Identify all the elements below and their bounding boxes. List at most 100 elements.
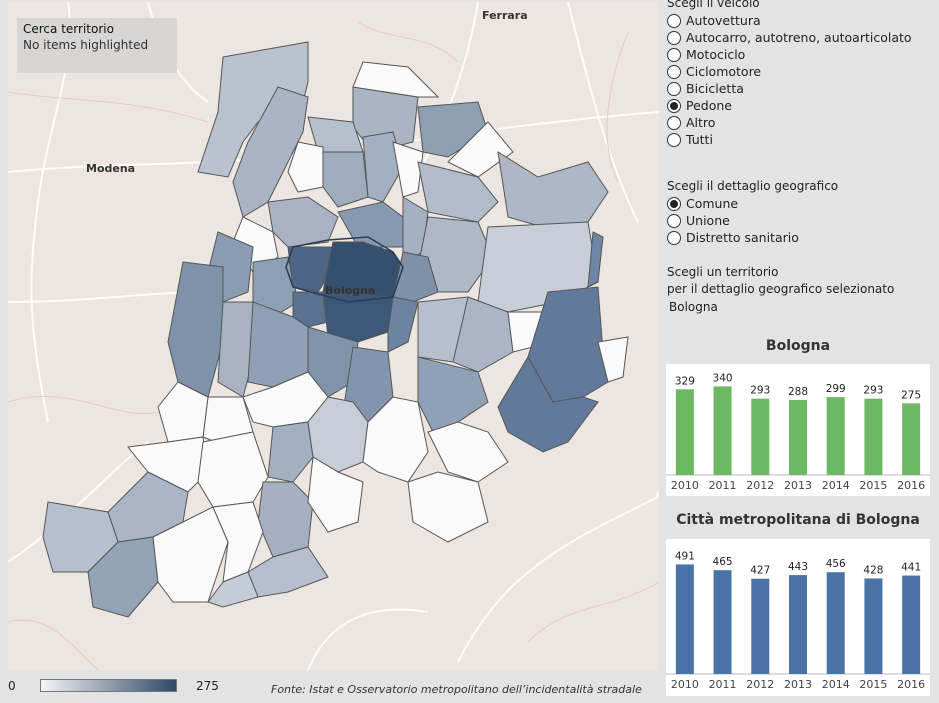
city-label-ferrara: Ferrara: [482, 9, 528, 22]
search-territory-panel[interactable]: Cerca territorio No items highlighted: [17, 18, 177, 73]
bar-value-label: 293: [863, 385, 883, 397]
source-note: Fonte: Istat e Osservatorio metropolitan…: [271, 683, 642, 696]
legend-min: 0: [8, 679, 16, 693]
municipality-region[interactable]: [257, 481, 314, 558]
x-tick-label: 2016: [897, 479, 925, 492]
bar-2014[interactable]: [826, 572, 845, 674]
x-tick-label: 2013: [784, 479, 812, 492]
municipality-region[interactable]: [322, 151, 369, 208]
bar-value-label: 491: [675, 550, 695, 562]
bar-2013[interactable]: [789, 575, 807, 674]
bar-value-label: 293: [750, 385, 770, 397]
vehicle-option-label: Autovettura: [686, 13, 761, 28]
geo-option[interactable]: Comune: [667, 195, 738, 212]
municipality-region[interactable]: [392, 141, 424, 198]
choropleth-map[interactable]: Ferrara Modena Bologna: [8, 2, 659, 670]
vehicle-option[interactable]: Autocarro, autotreno, autoarticolato: [667, 29, 912, 46]
municipality-region[interactable]: [167, 261, 224, 398]
bar-2015[interactable]: [864, 578, 883, 674]
bar-2014[interactable]: [826, 397, 845, 475]
legend-max: 275: [196, 679, 219, 693]
radio-button[interactable]: [667, 230, 681, 245]
municipality-region[interactable]: [337, 201, 404, 248]
geo-option[interactable]: Distretto sanitario: [667, 229, 799, 246]
vehicle-option[interactable]: Tutti: [667, 131, 713, 148]
municipality-region[interactable]: [247, 546, 329, 598]
bar-chart-metro-svg: 491 2010 465 2011 427 2012 443 2013 456 2014 428 20…: [666, 550, 930, 691]
map-canvas[interactable]: [8, 2, 659, 670]
municipality-region[interactable]: [197, 431, 269, 508]
municipality-region[interactable]: [497, 150, 609, 228]
radio-button[interactable]: [667, 98, 681, 113]
bar-value-label: 441: [901, 562, 921, 574]
bar-2016[interactable]: [902, 575, 921, 674]
bar-2012[interactable]: [751, 578, 770, 674]
x-tick-label: 2010: [671, 479, 699, 492]
territory-selector[interactable]: Bologna: [669, 300, 718, 314]
radio-button[interactable]: [667, 196, 681, 211]
bar-value-label: 443: [788, 561, 808, 573]
radio-button[interactable]: [667, 30, 681, 45]
map-legend: 0 275 Fonte: Istat e Osservatorio metrop…: [0, 672, 660, 703]
bar-2015[interactable]: [864, 398, 883, 475]
vehicle-option[interactable]: Autovettura: [667, 12, 761, 29]
geo-filter-title: Scegli il dettaglio geografico: [667, 179, 839, 193]
bar-2016[interactable]: [902, 403, 921, 475]
bar-value-label: 329: [675, 375, 695, 387]
radio-button[interactable]: [667, 213, 681, 228]
radio-button[interactable]: [667, 81, 681, 96]
vehicle-option[interactable]: Altro: [667, 114, 715, 131]
municipality-region[interactable]: [267, 421, 314, 483]
vehicle-option[interactable]: Pedone: [667, 97, 732, 114]
vehicle-filter-title: Scegli il veicolo: [667, 0, 760, 10]
municipality-region[interactable]: [387, 296, 419, 353]
bar-value-label: 299: [826, 383, 846, 395]
vehicle-option[interactable]: Motociclo: [667, 46, 745, 63]
vehicle-option-label: Autocarro, autotreno, autoarticolato: [686, 30, 912, 45]
radio-button[interactable]: [667, 47, 681, 62]
bar-2013[interactable]: [789, 399, 807, 475]
city-label-bologna: Bologna: [325, 284, 376, 297]
chart-title-bologna: Bologna: [765, 338, 831, 354]
x-tick-label: 2015: [859, 678, 887, 691]
vehicle-option-label: Altro: [686, 115, 716, 130]
x-tick-label: 2014: [822, 678, 850, 691]
x-tick-label: 2011: [709, 678, 737, 691]
bar-value-label: 427: [750, 565, 770, 577]
bar-2011[interactable]: [713, 386, 732, 475]
city-label-modena: Modena: [86, 162, 136, 175]
x-tick-label: 2012: [746, 678, 774, 691]
x-tick-label: 2013: [784, 678, 812, 691]
geo-option-label: Comune: [686, 196, 739, 211]
x-tick-label: 2016: [897, 678, 925, 691]
bar-value-label: 275: [901, 389, 921, 401]
bar-2012[interactable]: [751, 398, 770, 475]
radio-button[interactable]: [667, 13, 681, 28]
municipality-region[interactable]: [407, 471, 489, 543]
vehicle-option-label: Ciclomotore: [686, 64, 762, 79]
geo-option-label: Unione: [686, 213, 730, 228]
bar-2010[interactable]: [675, 564, 694, 674]
territory-filter-title: Scegli un territorio: [667, 265, 779, 279]
bar-2011[interactable]: [713, 570, 732, 674]
map-municipalities[interactable]: [42, 41, 629, 618]
vehicle-option[interactable]: Ciclomotore: [667, 63, 761, 80]
legend-gradient: [40, 679, 177, 692]
highlight-status: No items highlighted: [23, 38, 149, 52]
territory-filter-subtitle: per il dettaglio geografico selezionato: [667, 282, 895, 296]
radio-button[interactable]: [667, 64, 681, 79]
bar-value-label: 428: [863, 564, 883, 576]
bar-value-label: 340: [713, 372, 733, 384]
geo-option[interactable]: Unione: [667, 212, 730, 229]
bar-chart-bologna-svg: 329 2010 340 2011 293 2012 288 2013 299 2014 293 20…: [666, 372, 930, 492]
bar-value-label: 456: [826, 558, 846, 570]
vehicle-option-label: Tutti: [686, 132, 713, 147]
bar-2010[interactable]: [675, 389, 694, 475]
radio-button[interactable]: [667, 115, 681, 130]
bar-chart-metro: 491 2010 465 2011 427 2012 443 2013 456 2014 428 20…: [666, 539, 930, 696]
vehicle-option[interactable]: Bicicletta: [667, 80, 744, 97]
vehicle-option-label: Bicicletta: [686, 81, 744, 96]
x-tick-label: 2015: [859, 479, 887, 492]
x-tick-label: 2014: [822, 479, 850, 492]
radio-button[interactable]: [667, 132, 681, 147]
